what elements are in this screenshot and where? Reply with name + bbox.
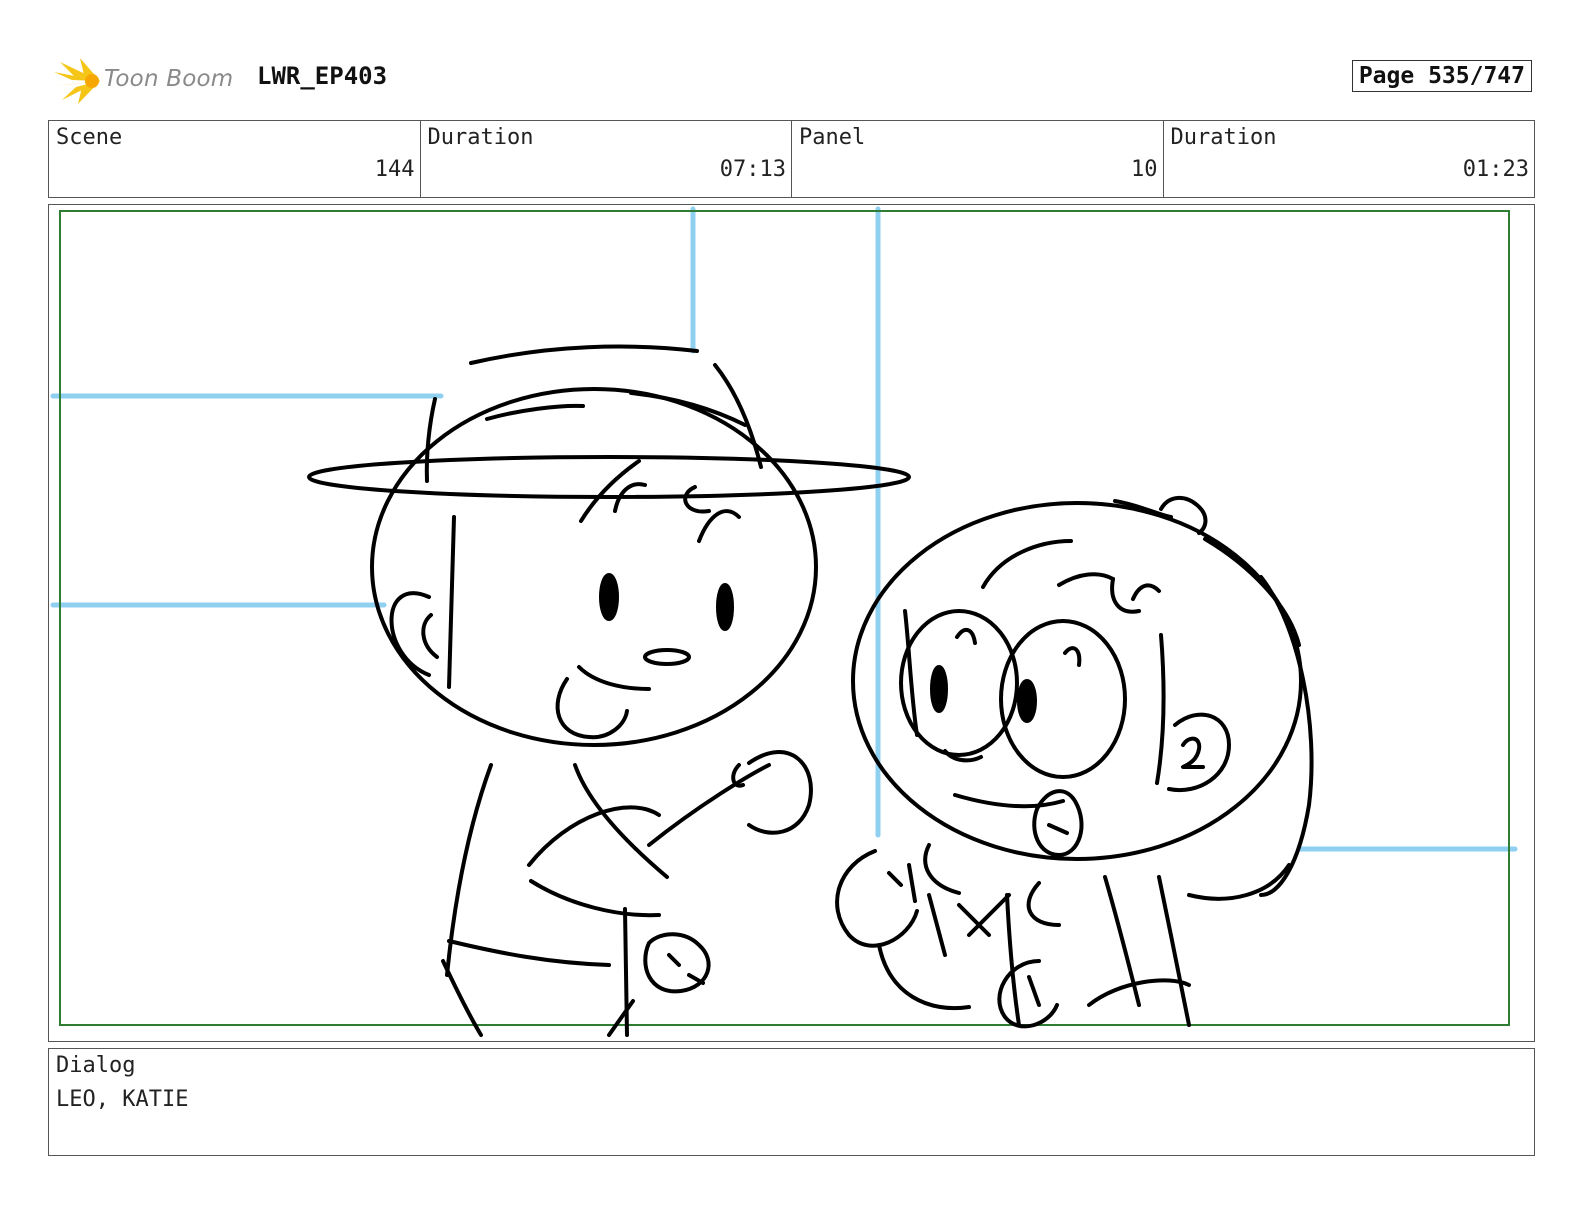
dialog-box: Dialog LEO, KATIE [48,1048,1535,1156]
flame-icon [54,58,100,104]
project-title: LWR_EP403 [257,62,388,90]
logo-text: Toon Boom [104,66,234,92]
storyboard-panel [48,204,1535,1042]
scene-duration-cell: Duration 07:13 [421,121,792,197]
scene-label: Scene [56,125,123,150]
character-katie-sketch [835,496,1314,1029]
page-indicator: Page 535/747 [1351,60,1532,92]
toon-boom-logo: Toon Boom [52,56,242,106]
panel-label: Panel [799,125,866,150]
dialog-text: LEO, KATIE [56,1087,189,1112]
dialog-label: Dialog [56,1053,136,1078]
page-header: Toon Boom LWR_EP403 Page 535/747 [52,56,1532,106]
panel-drawing [50,206,1518,1037]
panel-value: 10 [1131,157,1158,182]
panel-duration-label: Duration [1170,125,1277,150]
scene-info-table: Scene 144 Duration 07:13 Panel 10 Durati… [48,120,1535,198]
scene-duration-label: Duration [427,125,534,150]
panel-duration-value: 01:23 [1462,157,1529,182]
panel-duration-cell: Duration 01:23 [1164,121,1535,197]
safe-frame [59,210,1510,1026]
scene-cell: Scene 144 [49,121,421,197]
scene-duration-value: 07:13 [719,157,786,182]
scene-value: 144 [374,157,415,182]
character-leo-sketch [307,344,911,1037]
panel-cell: Panel 10 [792,121,1164,197]
